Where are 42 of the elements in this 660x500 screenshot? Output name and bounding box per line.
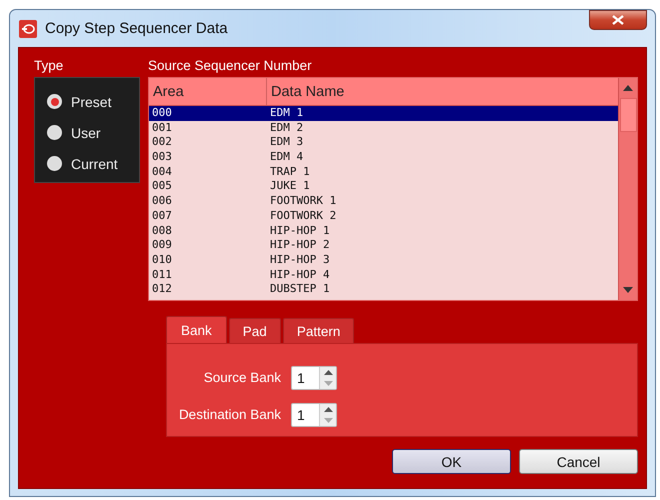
list-row[interactable]: 008 HIP-HOP 1 xyxy=(149,224,618,238)
column-header[interactable]: Data Name xyxy=(267,78,344,105)
tab[interactable]: Bank xyxy=(166,316,227,343)
list-row[interactable]: 009 HIP-HOP 2 xyxy=(149,238,618,253)
scroll-down-icon[interactable] xyxy=(623,287,633,293)
list-row[interactable]: 002 EDM 3 xyxy=(149,135,618,150)
scroll-up-icon[interactable] xyxy=(623,85,633,91)
radio-button[interactable] xyxy=(47,94,62,109)
field-label: Source Bank xyxy=(202,370,282,385)
app-icon xyxy=(19,20,37,38)
tab[interactable]: Pad xyxy=(228,318,281,343)
source-label: Source Sequencer Number xyxy=(148,58,313,75)
close-button[interactable] xyxy=(589,10,647,30)
list-row[interactable]: 011 HIP-HOP 4 xyxy=(149,268,618,282)
list-row[interactable]: 001 EDM 2 xyxy=(149,120,618,136)
list-row[interactable]: 006 FOOTWORK 1 xyxy=(149,194,618,209)
list-row[interactable]: 000 EDM 1 xyxy=(149,106,618,121)
list-row[interactable]: 003 EDM 4 xyxy=(149,150,618,165)
type-label: Type xyxy=(34,58,64,75)
cancel-button[interactable]: Cancel xyxy=(519,449,638,474)
spin-field[interactable]: 1 xyxy=(291,402,337,426)
list-row[interactable]: 010 HIP-HOP 3 xyxy=(149,252,618,268)
tab[interactable]: Pattern xyxy=(282,318,354,343)
list-row[interactable]: 005 JUKE 1 xyxy=(149,179,618,194)
list-row[interactable]: 004 TRAP 1 xyxy=(149,164,618,180)
list-row[interactable]: 012 DUBSTEP 1 xyxy=(149,282,618,297)
spin-field[interactable]: 1 xyxy=(291,366,337,390)
radio-button[interactable] xyxy=(47,125,62,140)
close-icon xyxy=(612,15,624,25)
type-radio[interactable]: Preset xyxy=(35,86,139,117)
type-radio[interactable]: Current xyxy=(35,148,139,179)
field-label: Destination Bank xyxy=(178,407,282,422)
column-header[interactable]: Area xyxy=(149,78,267,105)
ok-button[interactable]: OK xyxy=(392,449,511,474)
radio-button[interactable] xyxy=(47,156,62,171)
scroll-thumb[interactable] xyxy=(620,98,636,132)
type-radio[interactable]: User xyxy=(35,117,139,148)
list-row[interactable]: 007 FOOTWORK 2 xyxy=(149,208,618,224)
scrollbar[interactable] xyxy=(618,78,637,300)
spin-up-icon[interactable] xyxy=(324,406,332,412)
spin-up-icon[interactable] xyxy=(324,370,332,374)
window-title: Copy Step Sequencer Data xyxy=(45,20,228,37)
